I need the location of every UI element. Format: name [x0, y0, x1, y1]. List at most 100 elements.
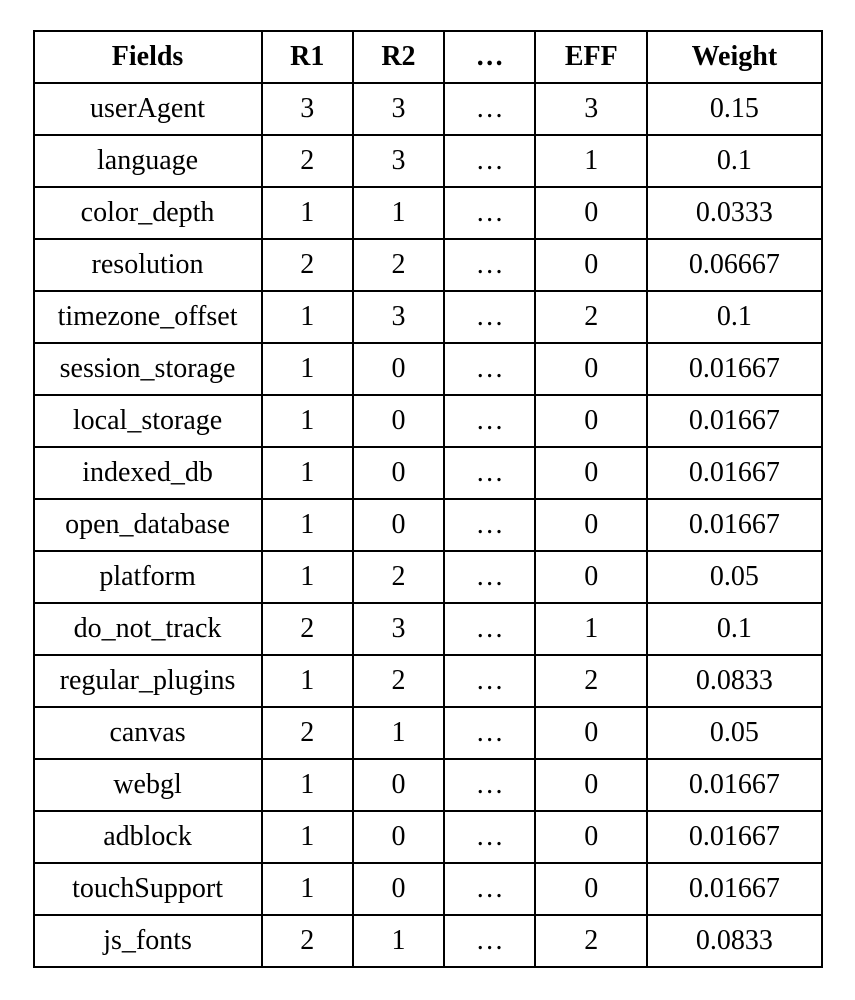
table-row: platform12…00.05: [34, 551, 822, 603]
cell-weight: 0.1: [647, 291, 821, 343]
table-header-row: Fields R1 R2 … EFF Weight: [34, 31, 822, 83]
cell-r1: 1: [262, 759, 353, 811]
cell-r2: 2: [353, 655, 444, 707]
cell-weight: 0.01667: [647, 759, 821, 811]
cell-eff: 0: [535, 499, 647, 551]
col-header-eff: EFF: [535, 31, 647, 83]
cell-eff: 3: [535, 83, 647, 135]
cell-eff: 2: [535, 915, 647, 967]
cell-eff: 0: [535, 239, 647, 291]
cell-r2: 3: [353, 603, 444, 655]
cell-weight: 0.1: [647, 135, 821, 187]
cell-r1: 1: [262, 395, 353, 447]
cell-weight: 0.01667: [647, 811, 821, 863]
col-header-fields: Fields: [34, 31, 262, 83]
cell-fields: indexed_db: [34, 447, 262, 499]
col-header-weight: Weight: [647, 31, 821, 83]
cell-r1: 1: [262, 447, 353, 499]
cell-dots: …: [444, 759, 535, 811]
cell-r1: 1: [262, 863, 353, 915]
cell-r2: 2: [353, 551, 444, 603]
cell-eff: 2: [535, 655, 647, 707]
cell-r2: 1: [353, 915, 444, 967]
table-row: session_storage10…00.01667: [34, 343, 822, 395]
cell-fields: webgl: [34, 759, 262, 811]
cell-fields: timezone_offset: [34, 291, 262, 343]
table-row: timezone_offset13…20.1: [34, 291, 822, 343]
cell-fields: session_storage: [34, 343, 262, 395]
cell-dots: …: [444, 863, 535, 915]
table-row: indexed_db10…00.01667: [34, 447, 822, 499]
cell-eff: 0: [535, 395, 647, 447]
cell-eff: 0: [535, 551, 647, 603]
cell-weight: 0.0833: [647, 915, 821, 967]
cell-eff: 0: [535, 447, 647, 499]
cell-r1: 2: [262, 135, 353, 187]
cell-dots: …: [444, 655, 535, 707]
table-row: js_fonts21…20.0833: [34, 915, 822, 967]
cell-weight: 0.05: [647, 707, 821, 759]
cell-weight: 0.15: [647, 83, 821, 135]
table-row: open_database10…00.01667: [34, 499, 822, 551]
cell-r1: 1: [262, 187, 353, 239]
cell-weight: 0.06667: [647, 239, 821, 291]
cell-dots: …: [444, 291, 535, 343]
cell-eff: 0: [535, 759, 647, 811]
cell-dots: …: [444, 187, 535, 239]
table-row: userAgent33…30.15: [34, 83, 822, 135]
cell-r1: 1: [262, 291, 353, 343]
cell-eff: 0: [535, 707, 647, 759]
cell-fields: color_depth: [34, 187, 262, 239]
cell-r1: 2: [262, 915, 353, 967]
cell-dots: …: [444, 343, 535, 395]
cell-r1: 2: [262, 603, 353, 655]
cell-weight: 0.0333: [647, 187, 821, 239]
table-row: language23…10.1: [34, 135, 822, 187]
cell-dots: …: [444, 811, 535, 863]
table-row: adblock10…00.01667: [34, 811, 822, 863]
cell-r1: 2: [262, 707, 353, 759]
cell-r1: 2: [262, 239, 353, 291]
col-header-dots: …: [444, 31, 535, 83]
cell-r2: 1: [353, 707, 444, 759]
table-row: webgl10…00.01667: [34, 759, 822, 811]
cell-weight: 0.01667: [647, 343, 821, 395]
cell-weight: 0.01667: [647, 499, 821, 551]
cell-eff: 1: [535, 135, 647, 187]
cell-r2: 3: [353, 83, 444, 135]
cell-dots: …: [444, 603, 535, 655]
table-row: touchSupport10…00.01667: [34, 863, 822, 915]
cell-weight: 0.1: [647, 603, 821, 655]
cell-weight: 0.01667: [647, 447, 821, 499]
cell-weight: 0.01667: [647, 395, 821, 447]
cell-r1: 3: [262, 83, 353, 135]
cell-fields: resolution: [34, 239, 262, 291]
cell-r2: 0: [353, 499, 444, 551]
data-table: Fields R1 R2 … EFF Weight userAgent33…30…: [33, 30, 823, 968]
table-row: color_depth11…00.0333: [34, 187, 822, 239]
cell-dots: …: [444, 707, 535, 759]
cell-fields: platform: [34, 551, 262, 603]
cell-r1: 1: [262, 655, 353, 707]
cell-fields: local_storage: [34, 395, 262, 447]
cell-r2: 0: [353, 863, 444, 915]
cell-weight: 0.01667: [647, 863, 821, 915]
table-body: userAgent33…30.15language23…10.1color_de…: [34, 83, 822, 967]
table-row: canvas21…00.05: [34, 707, 822, 759]
table-row: regular_plugins12…20.0833: [34, 655, 822, 707]
cell-fields: canvas: [34, 707, 262, 759]
cell-r1: 1: [262, 343, 353, 395]
cell-fields: userAgent: [34, 83, 262, 135]
cell-fields: language: [34, 135, 262, 187]
cell-fields: open_database: [34, 499, 262, 551]
cell-dots: …: [444, 135, 535, 187]
col-header-r2: R2: [353, 31, 444, 83]
cell-fields: regular_plugins: [34, 655, 262, 707]
cell-dots: …: [444, 83, 535, 135]
cell-r2: 0: [353, 343, 444, 395]
cell-r2: 3: [353, 291, 444, 343]
cell-eff: 2: [535, 291, 647, 343]
cell-r2: 0: [353, 759, 444, 811]
cell-weight: 0.0833: [647, 655, 821, 707]
cell-eff: 0: [535, 811, 647, 863]
